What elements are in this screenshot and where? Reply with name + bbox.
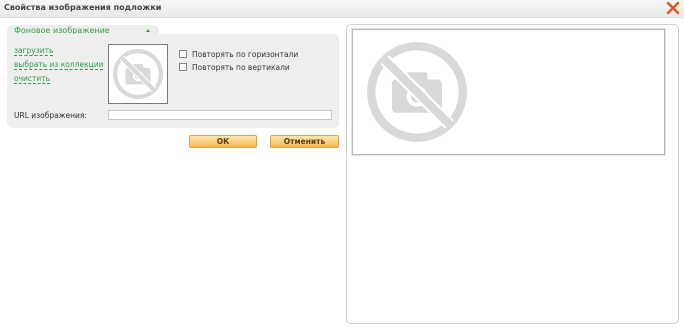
close-icon[interactable] <box>666 1 680 15</box>
dialog-title: Свойства изображения подложки <box>4 3 162 12</box>
upload-link[interactable]: загрузить <box>14 46 54 56</box>
repeat-vertical-label: Повторять по вертикали <box>192 63 290 72</box>
image-url-label: URL изображения: <box>14 111 87 120</box>
no-image-icon <box>113 49 163 99</box>
image-url-input[interactable] <box>108 110 332 120</box>
repeat-horizontal-checkbox[interactable] <box>179 50 187 58</box>
image-thumbnail <box>108 44 168 104</box>
choose-from-collection-link[interactable]: выбрать из коллекции <box>14 60 104 70</box>
dialog-titlebar: Свойства изображения подложки <box>0 0 684 18</box>
clear-link[interactable]: очистить <box>14 74 51 84</box>
collapse-arrow-icon[interactable] <box>146 29 150 32</box>
ok-button[interactable]: ОК <box>189 135 257 148</box>
repeat-vertical-checkbox[interactable] <box>179 63 187 71</box>
repeat-horizontal-label: Повторять по горизонтали <box>192 50 299 59</box>
no-image-icon <box>367 42 467 142</box>
cancel-button[interactable]: Отменить <box>270 135 339 148</box>
preview-frame <box>352 29 665 155</box>
